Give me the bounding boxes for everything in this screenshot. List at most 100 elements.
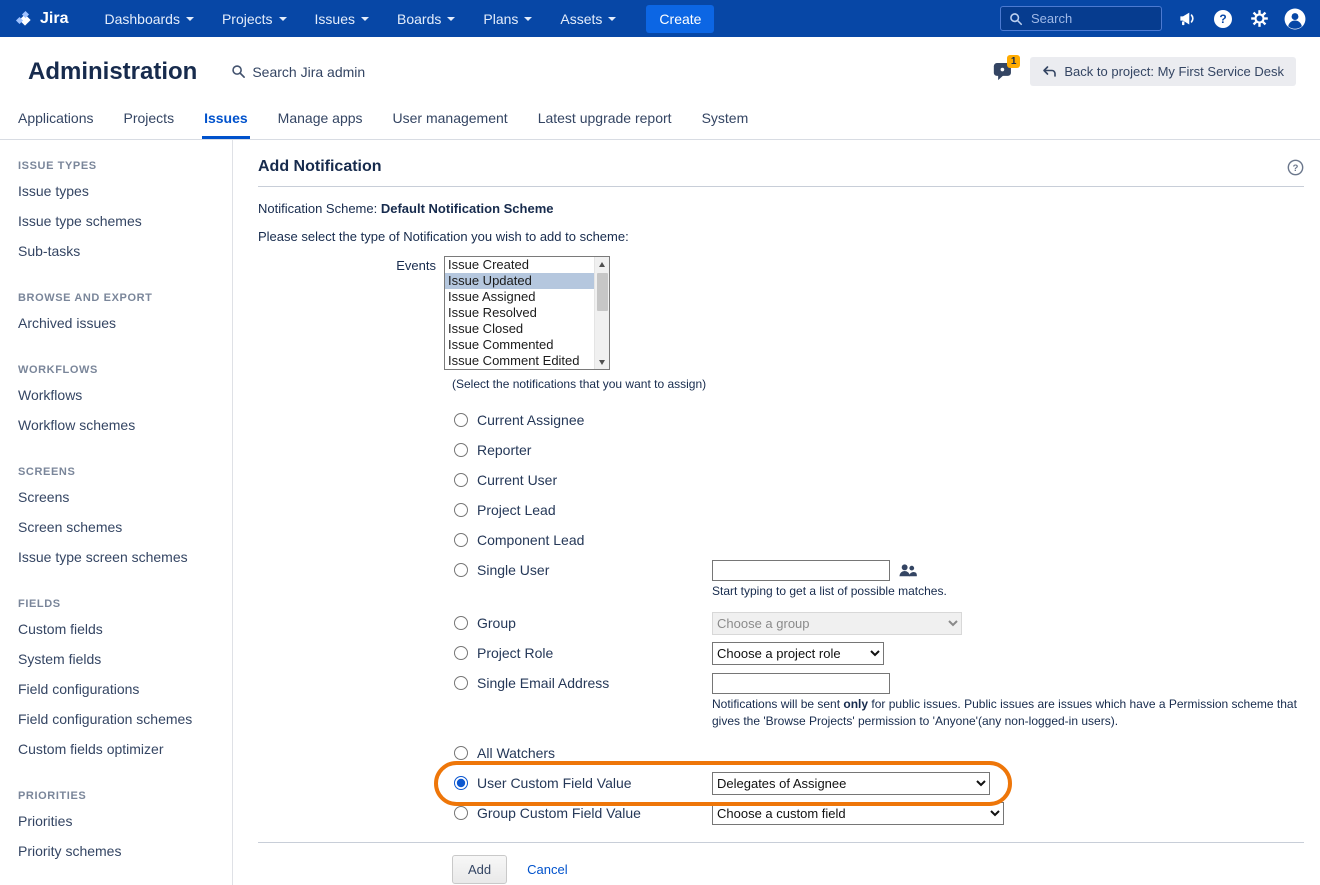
sidebar-item-issue-type-schemes[interactable]: Issue type schemes	[0, 206, 232, 236]
sidebar-item-priorities[interactable]: Priorities	[0, 806, 232, 836]
tab-system[interactable]: System	[700, 110, 751, 139]
section-help-icon[interactable]: ?	[1287, 159, 1304, 176]
user-custom-field-radio[interactable]	[454, 776, 468, 790]
all-watchers-radio[interactable]	[454, 746, 468, 760]
project-role-select[interactable]: Choose a project role	[712, 642, 884, 665]
nav-projects[interactable]: Projects	[212, 5, 297, 33]
chevron-down-icon	[447, 17, 455, 21]
user-picker-icon[interactable]	[898, 562, 917, 579]
listbox-scrollbar[interactable]	[594, 257, 609, 369]
sidebar-item-issue-type-screen-schemes[interactable]: Issue type screen schemes	[0, 542, 232, 572]
global-search[interactable]	[1000, 6, 1162, 31]
event-option[interactable]: Issue Resolved	[445, 305, 594, 321]
sidebar-heading-screens: SCREENS	[18, 466, 214, 478]
nav-dashboards[interactable]: Dashboards	[94, 5, 204, 33]
search-icon	[1009, 12, 1023, 26]
sidebar-item-sub-tasks[interactable]: Sub-tasks	[0, 236, 232, 266]
component-lead-radio[interactable]	[454, 533, 468, 547]
single-email-radio[interactable]	[454, 676, 468, 690]
option-label: Current User	[477, 472, 557, 488]
notification-type-options: Current Assignee Reporter Current User	[452, 405, 1304, 828]
chevron-down-icon	[608, 17, 616, 21]
announcements-icon[interactable]	[1176, 8, 1198, 30]
back-arrow-icon	[1042, 65, 1056, 78]
sidebar-item-field-configurations[interactable]: Field configurations	[0, 674, 232, 704]
option-reporter: Reporter	[452, 435, 1304, 465]
single-email-input[interactable]	[712, 673, 890, 694]
sidebar-item-field-configuration-schemes[interactable]: Field configuration schemes	[0, 704, 232, 734]
event-option[interactable]: Issue Created	[445, 257, 594, 273]
nav-assets[interactable]: Assets	[550, 5, 626, 33]
group-custom-field-radio[interactable]	[454, 806, 468, 820]
option-label: Group Custom Field Value	[477, 805, 641, 821]
single-user-input[interactable]	[712, 560, 890, 581]
project-role-radio[interactable]	[454, 646, 468, 660]
tab-latest-upgrade-report[interactable]: Latest upgrade report	[536, 110, 674, 139]
scroll-up-icon[interactable]	[595, 257, 609, 271]
global-search-input[interactable]	[1029, 10, 1149, 27]
cancel-link[interactable]: Cancel	[527, 862, 567, 877]
tab-manage-apps[interactable]: Manage apps	[276, 110, 365, 139]
sidebar-heading-priorities: PRIORITIES	[18, 790, 214, 802]
feedback-bubble-icon[interactable]: 1	[992, 60, 1018, 84]
back-to-project-button[interactable]: Back to project: My First Service Desk	[1030, 57, 1296, 86]
notification-badge: 1	[1007, 55, 1021, 68]
group-custom-field-select[interactable]: Choose a custom field	[712, 802, 1004, 825]
sidebar-item-custom-fields-optimizer[interactable]: Custom fields optimizer	[0, 734, 232, 764]
avatar[interactable]	[1284, 8, 1306, 30]
option-group: Group Choose a group	[452, 608, 1304, 638]
tab-applications[interactable]: Applications	[16, 110, 96, 139]
event-option[interactable]: Issue Assigned	[445, 289, 594, 305]
sidebar-item-workflows[interactable]: Workflows	[0, 380, 232, 410]
scheme-line: Notification Scheme: Default Notificatio…	[258, 201, 1304, 216]
tab-user-management[interactable]: User management	[391, 110, 510, 139]
group-radio[interactable]	[454, 616, 468, 630]
current-assignee-radio[interactable]	[454, 413, 468, 427]
single-user-helper-row: Start typing to get a list of possible m…	[452, 583, 1304, 600]
sidebar-item-issue-types[interactable]: Issue types	[0, 176, 232, 206]
sidebar-item-system-fields[interactable]: System fields	[0, 644, 232, 674]
sidebar-item-screens[interactable]: Screens	[0, 482, 232, 512]
project-lead-radio[interactable]	[454, 503, 468, 517]
events-listbox[interactable]: Issue Created Issue Updated Issue Assign…	[444, 256, 610, 370]
sidebar-item-priority-schemes[interactable]: Priority schemes	[0, 836, 232, 866]
user-custom-field-select[interactable]: Delegates of Assignee	[712, 772, 990, 795]
help-icon[interactable]: ?	[1212, 8, 1234, 30]
sidebar-item-custom-fields[interactable]: Custom fields	[0, 614, 232, 644]
jira-logo[interactable]: Jira	[14, 9, 68, 29]
create-button[interactable]: Create	[646, 5, 714, 33]
admin-search[interactable]: Search Jira admin	[231, 64, 365, 80]
tab-issues[interactable]: Issues	[202, 110, 250, 139]
event-option[interactable]: Issue Comment Edited	[445, 353, 594, 369]
sidebar-item-workflow-schemes[interactable]: Workflow schemes	[0, 410, 232, 440]
event-option[interactable]: Issue Commented	[445, 337, 594, 353]
sidebar-item-screen-schemes[interactable]: Screen schemes	[0, 512, 232, 542]
scroll-down-icon[interactable]	[595, 355, 609, 369]
group-select[interactable]: Choose a group	[712, 612, 962, 635]
nav-boards[interactable]: Boards	[387, 5, 465, 33]
sidebar-heading-issue-types: ISSUE TYPES	[18, 160, 214, 172]
nav-issues[interactable]: Issues	[305, 5, 379, 33]
event-option-selected[interactable]: Issue Updated	[445, 273, 594, 289]
option-label: Single User	[477, 562, 549, 578]
current-user-radio[interactable]	[454, 473, 468, 487]
tab-projects[interactable]: Projects	[122, 110, 177, 139]
nav-issues-label: Issues	[315, 11, 355, 27]
add-button[interactable]: Add	[452, 855, 507, 884]
single-user-radio[interactable]	[454, 563, 468, 577]
nav-plans[interactable]: Plans	[473, 5, 542, 33]
chevron-down-icon	[279, 17, 287, 21]
sidebar-item-archived-issues[interactable]: Archived issues	[0, 308, 232, 338]
option-project-lead: Project Lead	[452, 495, 1304, 525]
section-title: Add Notification	[258, 158, 382, 176]
event-option[interactable]: Issue Closed	[445, 321, 594, 337]
option-single-user: Single User	[452, 555, 1304, 585]
back-button-label: Back to project: My First Service Desk	[1064, 64, 1284, 79]
admin-search-label: Search Jira admin	[252, 64, 365, 80]
reporter-radio[interactable]	[454, 443, 468, 457]
option-group-custom-field: Group Custom Field Value Choose a custom…	[452, 798, 1304, 828]
scrollbar-thumb[interactable]	[597, 273, 608, 311]
top-navbar: Jira Dashboards Projects Issues Boards P…	[0, 0, 1320, 37]
gear-icon[interactable]	[1248, 8, 1270, 30]
option-label: Project Role	[477, 645, 553, 661]
